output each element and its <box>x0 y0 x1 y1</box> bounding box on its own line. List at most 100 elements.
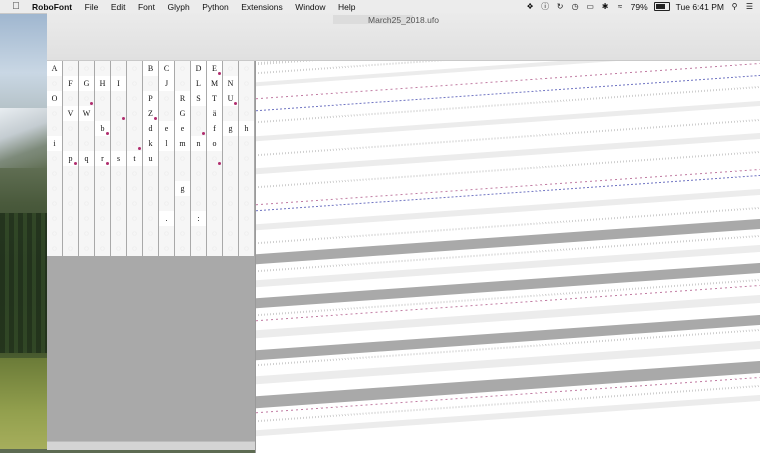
glyph-cell[interactable]: p <box>63 151 78 166</box>
glyph-cell[interactable]: ◌ <box>63 166 78 181</box>
glyph-cell[interactable]: ◌ <box>127 211 142 226</box>
wifi-icon[interactable]: ≈ <box>616 2 625 11</box>
glyph-cell[interactable]: ◌ <box>175 196 190 211</box>
glyph-cell[interactable]: ◌ <box>223 166 238 181</box>
glyph-cell[interactable]: l <box>159 136 174 151</box>
glyph-cell[interactable]: o <box>207 136 222 151</box>
glyph-cell[interactable]: ◌ <box>63 211 78 226</box>
glyph-cell[interactable]: ◌ <box>79 196 94 211</box>
glyph-cell[interactable]: ◌ <box>239 196 254 211</box>
menu-glyph[interactable]: Glyph <box>168 2 190 12</box>
menu-window[interactable]: Window <box>295 2 325 12</box>
glyph-cell[interactable]: ◌ <box>159 226 174 241</box>
glyph-cell[interactable]: ◌ <box>175 151 190 166</box>
glyph-cell[interactable]: G <box>79 76 94 91</box>
glyph-cell[interactable]: ◌ <box>175 166 190 181</box>
glyph-cell[interactable]: ◌ <box>223 136 238 151</box>
timer-icon[interactable]: ◷ <box>571 2 580 11</box>
glyph-cell[interactable]: k <box>143 136 158 151</box>
glyph-cell[interactable]: ◌ <box>207 151 222 166</box>
glyph-cell[interactable]: ◌ <box>63 136 78 151</box>
glyph-cell[interactable]: ◌ <box>47 196 62 211</box>
glyph-cell[interactable]: ◌ <box>111 106 126 121</box>
glyph-cell[interactable]: R <box>175 91 190 106</box>
glyph-cell[interactable]: J <box>159 76 174 91</box>
glyph-cell[interactable]: F <box>63 76 78 91</box>
glyph-cell[interactable]: ◌ <box>47 181 62 196</box>
glyph-cell[interactable]: . <box>159 211 174 226</box>
glyph-cell[interactable]: ◌ <box>223 196 238 211</box>
glyph-cell[interactable]: g <box>175 181 190 196</box>
glyph-cell[interactable]: : <box>191 211 206 226</box>
glyph-cell[interactable]: U <box>223 91 238 106</box>
glyph-cell[interactable]: ◌ <box>79 136 94 151</box>
glyph-cell[interactable]: ◌ <box>47 211 62 226</box>
glyph-cell[interactable]: ä <box>207 106 222 121</box>
glyph-cell[interactable]: ◌ <box>239 241 254 256</box>
glyph-cell[interactable]: q <box>79 151 94 166</box>
glyph-cell[interactable]: ◌ <box>95 181 110 196</box>
glyph-cell[interactable]: L <box>191 76 206 91</box>
glyph-cell[interactable]: u <box>143 151 158 166</box>
glyph-cell[interactable]: ◌ <box>95 91 110 106</box>
glyph-cell[interactable]: ◌ <box>191 151 206 166</box>
glyph-cell[interactable]: ◌ <box>223 226 238 241</box>
glyph-cell[interactable]: ◌ <box>239 211 254 226</box>
glyph-cell[interactable]: ◌ <box>111 211 126 226</box>
glyph-cell[interactable]: ◌ <box>63 121 78 136</box>
glyph-cell[interactable]: ◌ <box>111 196 126 211</box>
glyph-cell[interactable]: r <box>95 151 110 166</box>
glyph-cell[interactable]: M <box>207 76 222 91</box>
glyph-cell[interactable]: H <box>95 76 110 91</box>
glyph-cell[interactable]: ◌ <box>79 121 94 136</box>
glyph-cell[interactable]: ◌ <box>63 91 78 106</box>
glyph-cell[interactable]: N <box>223 76 238 91</box>
glyph-cell[interactable]: ◌ <box>127 91 142 106</box>
glyph-cell[interactable]: d <box>143 121 158 136</box>
glyph-cell[interactable]: ◌ <box>47 76 62 91</box>
glyph-cell[interactable]: ◌ <box>127 241 142 256</box>
glyph-cell[interactable]: ◌ <box>79 91 94 106</box>
glyph-cell[interactable]: ◌ <box>175 226 190 241</box>
battery-icon[interactable] <box>653 2 670 11</box>
glyph-cell[interactable]: ◌ <box>79 226 94 241</box>
glyph-cell[interactable]: ◌ <box>159 196 174 211</box>
glyph-cell[interactable]: ◌ <box>239 226 254 241</box>
glyph-cell[interactable]: ◌ <box>191 241 206 256</box>
glyph-cell[interactable]: ◌ <box>191 121 206 136</box>
glyph-cell[interactable]: ◌ <box>111 181 126 196</box>
glyph-cell[interactable]: ◌ <box>47 166 62 181</box>
glyph-cell[interactable]: ◌ <box>79 166 94 181</box>
glyph-cell[interactable]: ◌ <box>95 136 110 151</box>
glyph-cell[interactable]: ◌ <box>207 226 222 241</box>
glyph-cell[interactable]: ◌ <box>111 121 126 136</box>
glyph-cell[interactable]: t <box>127 151 142 166</box>
glyph-cell[interactable]: ◌ <box>207 166 222 181</box>
glyph-cell[interactable]: ◌ <box>207 241 222 256</box>
glyph-cell[interactable]: T <box>207 91 222 106</box>
glyph-cell[interactable]: ◌ <box>127 196 142 211</box>
glyph-cell[interactable]: ◌ <box>63 226 78 241</box>
glyph-cell[interactable]: ◌ <box>47 151 62 166</box>
glyph-cell[interactable]: ◌ <box>175 211 190 226</box>
menu-python[interactable]: Python <box>202 2 228 12</box>
bluetooth-icon[interactable]: ✱ <box>601 2 610 11</box>
glyph-cell[interactable]: ◌ <box>159 241 174 256</box>
glyph-cell[interactable]: ◌ <box>127 121 142 136</box>
glyph-cell[interactable]: ◌ <box>79 61 94 76</box>
glyph-cell[interactable]: ◌ <box>239 151 254 166</box>
info-icon[interactable]: ⓘ <box>541 2 550 11</box>
list-icon[interactable]: ☰ <box>745 2 754 11</box>
clock[interactable]: Tue 6:41 PM <box>676 2 724 12</box>
glyph-cell[interactable]: ◌ <box>63 61 78 76</box>
glyph-cell[interactable]: ◌ <box>159 91 174 106</box>
dropbox-icon[interactable]: ❖ <box>526 2 535 11</box>
glyph-cell[interactable]: g <box>223 121 238 136</box>
glyph-cell[interactable]: ◌ <box>127 106 142 121</box>
glyph-cell[interactable]: ◌ <box>159 151 174 166</box>
glyph-cell[interactable]: O <box>47 91 62 106</box>
glyph-cell[interactable]: ◌ <box>143 196 158 211</box>
glyph-cell[interactable]: ◌ <box>111 166 126 181</box>
glyph-cell[interactable]: V <box>63 106 78 121</box>
glyph-cell[interactable]: ◌ <box>207 196 222 211</box>
